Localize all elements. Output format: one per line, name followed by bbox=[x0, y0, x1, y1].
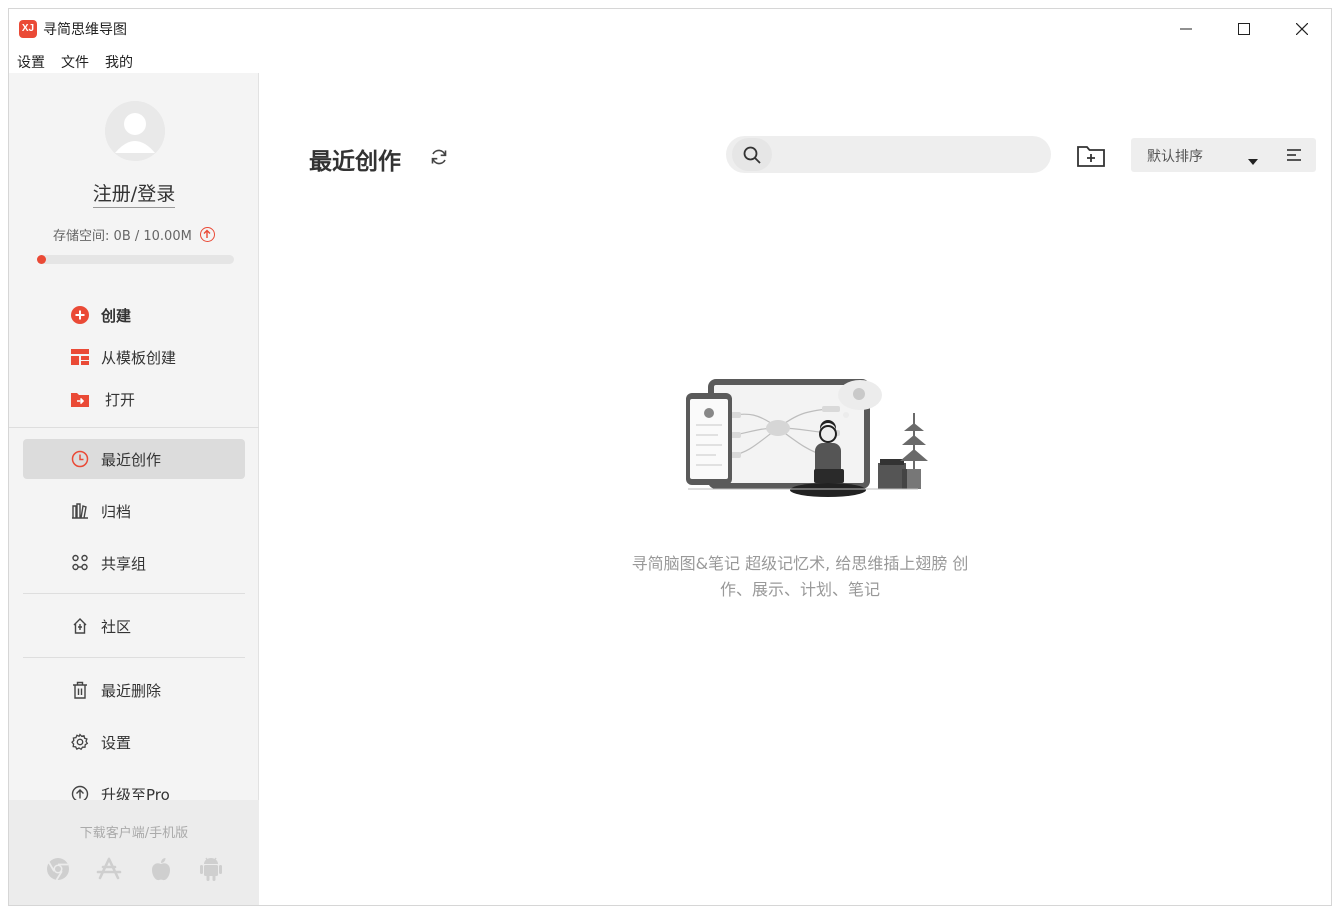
clock-icon bbox=[71, 450, 89, 468]
refresh-button[interactable] bbox=[429, 147, 449, 167]
search-input[interactable] bbox=[776, 136, 1041, 173]
menu-mine[interactable]: 我的 bbox=[97, 49, 141, 73]
sidebar-item-label: 设置 bbox=[101, 733, 132, 752]
new-folder-button[interactable] bbox=[1076, 143, 1106, 169]
page-title: 最近创作 bbox=[309, 149, 401, 175]
sidebar-item-label: 归档 bbox=[101, 502, 132, 521]
gear-icon bbox=[71, 733, 89, 751]
empty-text-line1: 寻简脑图&笔记 超级记忆术, 给思维插上翅膀 创 bbox=[631, 554, 969, 573]
app-store-icon[interactable] bbox=[96, 856, 122, 882]
login-link[interactable]: 注册/登录 bbox=[9, 179, 259, 208]
create-from-template-label: 从模板创建 bbox=[101, 348, 177, 367]
app-window: XJ 寻简思维导图 设置 文件 我的 注册/登录 存储空间: 0B / 10.0… bbox=[8, 8, 1332, 906]
open-button[interactable]: 打开 bbox=[23, 379, 245, 419]
sidebar-item-archive[interactable]: 归档 bbox=[23, 491, 245, 531]
chrome-icon[interactable] bbox=[45, 856, 71, 882]
list-view-icon[interactable] bbox=[1286, 147, 1302, 163]
storage-info: 存储空间: 0B / 10.00M bbox=[9, 225, 259, 244]
login-label: 注册/登录 bbox=[92, 183, 176, 208]
apple-icon[interactable] bbox=[148, 856, 174, 882]
sidebar: 注册/登录 存储空间: 0B / 10.00M 创建 从模板创建 打开 最近创作… bbox=[9, 73, 259, 905]
sidebar-item-recent[interactable]: 最近创作 bbox=[23, 439, 245, 479]
create-button[interactable]: 创建 bbox=[23, 295, 245, 335]
empty-text-line2: 作、展示、计划、笔记 bbox=[719, 580, 880, 599]
sidebar-item-recently-deleted[interactable]: 最近删除 bbox=[23, 670, 245, 710]
avatar[interactable] bbox=[105, 101, 165, 161]
sidebar-item-community[interactable]: 社区 bbox=[23, 606, 245, 646]
maximize-button[interactable] bbox=[1215, 9, 1273, 49]
download-section: 下载客户端/手机版 bbox=[9, 800, 259, 905]
create-from-template-button[interactable]: 从模板创建 bbox=[23, 337, 245, 377]
storage-label: 存储空间: 0B / 10.00M bbox=[53, 229, 192, 244]
template-icon bbox=[71, 348, 89, 366]
empty-state-text: 寻简脑图&笔记 超级记忆术, 给思维插上翅膀 创 作、展示、计划、笔记 bbox=[610, 551, 990, 603]
open-folder-icon bbox=[71, 390, 89, 408]
minimize-button[interactable] bbox=[1157, 9, 1215, 49]
refresh-icon bbox=[431, 149, 447, 165]
download-label: 下载客户端/手机版 bbox=[79, 826, 189, 841]
open-label: 打开 bbox=[105, 390, 136, 409]
menu-settings[interactable]: 设置 bbox=[9, 49, 53, 73]
android-icon[interactable] bbox=[198, 856, 224, 882]
create-label: 创建 bbox=[101, 306, 132, 325]
user-avatar-icon bbox=[105, 101, 165, 161]
menu-file[interactable]: 文件 bbox=[53, 49, 97, 73]
title-bar[interactable]: XJ 寻简思维导图 bbox=[9, 9, 1331, 49]
sort-label: 默认排序 bbox=[1147, 149, 1203, 165]
sidebar-item-label: 最近创作 bbox=[101, 450, 162, 469]
app-logo-icon: XJ bbox=[19, 20, 37, 38]
archive-icon bbox=[71, 502, 89, 520]
close-button[interactable] bbox=[1273, 9, 1331, 49]
search-box bbox=[726, 136, 1051, 173]
sidebar-item-label: 最近删除 bbox=[101, 681, 162, 700]
storage-progress-fill bbox=[37, 255, 46, 264]
sidebar-item-label: 社区 bbox=[101, 617, 132, 636]
chevron-down-icon bbox=[1247, 151, 1259, 170]
share-group-icon bbox=[71, 554, 89, 572]
sort-dropdown[interactable]: 默认排序 bbox=[1131, 138, 1316, 172]
trash-icon bbox=[71, 681, 89, 699]
maximize-icon bbox=[1238, 23, 1250, 35]
sidebar-item-label: 共享组 bbox=[101, 554, 147, 573]
search-button[interactable] bbox=[732, 138, 772, 171]
new-folder-icon bbox=[1077, 146, 1105, 167]
sidebar-item-share-group[interactable]: 共享组 bbox=[23, 543, 245, 583]
sidebar-divider bbox=[9, 427, 259, 428]
empty-state-illustration bbox=[678, 373, 928, 503]
sidebar-divider bbox=[23, 593, 245, 594]
menu-bar: 设置 文件 我的 bbox=[9, 49, 141, 73]
close-icon bbox=[1296, 23, 1308, 35]
storage-progress-bar bbox=[37, 255, 234, 264]
sidebar-divider bbox=[23, 657, 245, 658]
search-icon bbox=[743, 146, 761, 164]
app-title: 寻简思维导图 bbox=[43, 22, 127, 38]
sidebar-item-settings[interactable]: 设置 bbox=[23, 722, 245, 762]
main-content: 最近创作 默认排序 寻简脑图&笔记 超级记忆术, 给思维插上翅膀 创 作、展示、… bbox=[260, 73, 1331, 905]
plus-circle-icon bbox=[71, 306, 89, 324]
community-icon bbox=[71, 617, 89, 635]
upgrade-storage-icon[interactable] bbox=[199, 227, 215, 242]
minimize-icon bbox=[1180, 28, 1192, 30]
